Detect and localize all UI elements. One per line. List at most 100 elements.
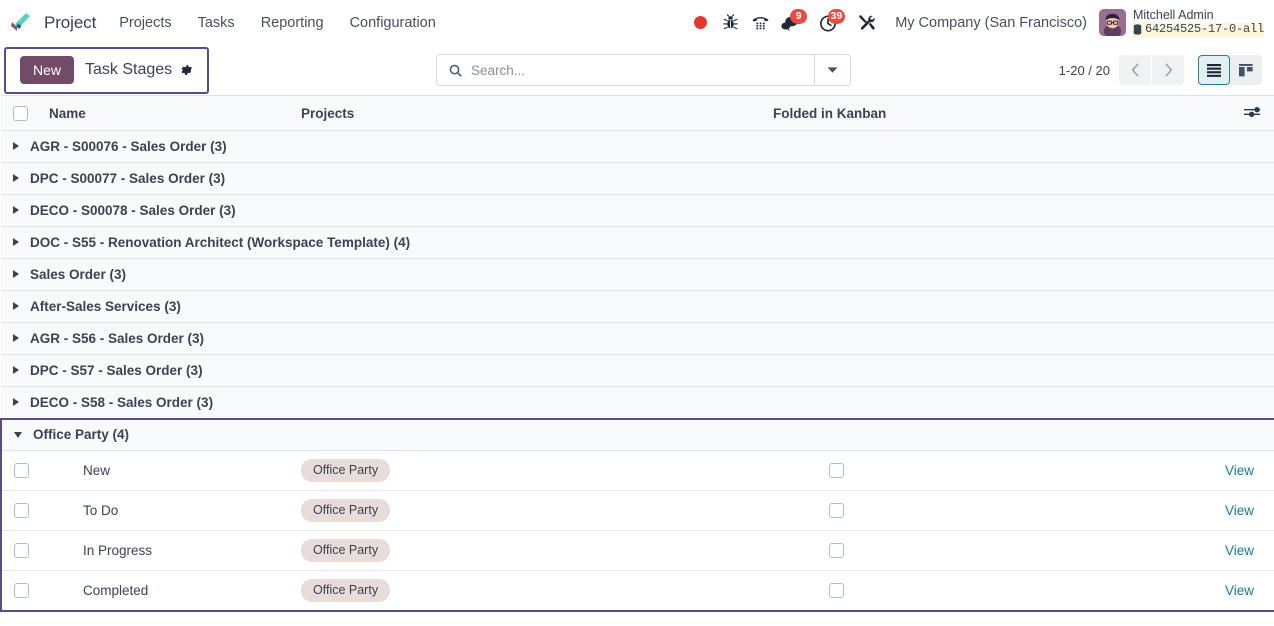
user-name: Mitchell Admin [1132,8,1214,23]
task-stages-list: Name Projects Folded in Kanban AGR - S00… [0,95,1274,612]
row-checkbox[interactable] [14,503,29,519]
company-selector[interactable]: My Company (San Francisco) [881,15,1095,31]
menu-item-reporting[interactable]: Reporting [248,9,337,37]
group-caret-collapsed-icon[interactable] [13,398,19,407]
control-panel-left-highlighted: New Task Stages [4,46,210,94]
new-button[interactable]: New [20,55,75,85]
group-caret-collapsed-icon[interactable] [13,174,19,183]
row-name: To Do [41,490,293,531]
search-input[interactable] [471,62,814,78]
activities-badge: 39 [827,8,846,24]
group-row[interactable]: DPC - S57 - Sales Order (3) [1,354,1274,387]
row-select-cell [0,490,41,531]
row-action-cell: View [1197,450,1274,491]
table-row[interactable]: Completed Office Party View [0,570,1274,612]
column-header-projects[interactable]: Projects [293,95,765,131]
folded-in-kanban-checkbox[interactable] [829,543,844,559]
project-checkmark-logo[interactable] [6,8,36,38]
folded-in-kanban-checkbox[interactable] [829,583,844,599]
view-link[interactable]: View [1205,463,1260,478]
group-caret-expanded-icon[interactable] [14,431,22,438]
row-projects-cell: Office Party [293,450,765,491]
list-view-icon[interactable] [1198,55,1230,85]
group-row[interactable]: AGR - S00076 - Sales Order (3) [1,130,1274,163]
group-caret-collapsed-icon[interactable] [13,334,19,343]
table-row[interactable]: New Office Party View [0,450,1274,491]
avatar [1098,8,1126,36]
pager-next-button[interactable] [1152,55,1184,85]
group-label: AGR - S56 - Sales Order (3) [30,331,205,346]
view-link[interactable]: View [1205,503,1260,518]
row-action-cell: View [1197,570,1274,612]
folded-in-kanban-checkbox[interactable] [829,503,844,519]
main-menu: Projects Tasks Reporting Configuration [106,9,449,37]
group-label: DECO - S58 - Sales Order (3) [30,394,214,410]
group-caret-collapsed-icon[interactable] [13,366,19,375]
group-label: DOC - S55 - Renovation Architect (Worksp… [30,235,411,250]
group-row-office-party[interactable]: Office Party (4) [0,417,1274,451]
column-header-folded-in-kanban[interactable]: Folded in Kanban [765,95,1197,131]
table-body: AGR - S00076 - Sales Order (3) DPC - S00… [0,130,1274,612]
group-label: Office Party (4) [33,427,130,443]
group-caret-collapsed-icon[interactable] [13,270,19,279]
group-caret-collapsed-icon[interactable] [13,206,19,215]
row-name: New [41,450,293,491]
app-brand-name[interactable]: Project [40,13,106,33]
row-folded-cell [765,570,1197,612]
pager-previous-button[interactable] [1119,55,1151,85]
recording-dot-icon[interactable] [685,8,715,38]
row-name: Completed [41,570,293,612]
kanban-view-icon[interactable] [1230,55,1262,85]
column-options-icon[interactable] [1243,105,1261,122]
bug-icon[interactable] [715,8,745,38]
group-row[interactable]: DECO - S58 - Sales Order (3) [1,386,1274,419]
select-all-checkbox[interactable] [13,105,28,121]
row-select-cell [0,530,41,571]
row-folded-cell [765,530,1197,571]
search-dropdown-toggle[interactable] [814,55,850,85]
search-view [436,54,851,86]
database-id: 64254525-17-0-all [1144,21,1264,36]
group-label: DPC - S00077 - Sales Order (3) [30,171,226,186]
group-row[interactable]: Sales Order (3) [1,258,1274,291]
view-link[interactable]: View [1205,543,1260,558]
group-caret-collapsed-icon[interactable] [13,302,19,311]
pager-count: 1-20 / 20 [1058,62,1110,78]
group-row[interactable]: AGR - S56 - Sales Order (3) [1,322,1274,355]
group-row[interactable]: DPC - S00077 - Sales Order (3) [1,162,1274,195]
user-menu[interactable]: Mitchell Admin 64254525-17-0-all [1095,8,1264,37]
view-link[interactable]: View [1205,583,1260,598]
folded-in-kanban-checkbox[interactable] [829,463,844,479]
group-label: DECO - S00078 - Sales Order (3) [30,203,236,218]
group-caret-collapsed-icon[interactable] [13,142,19,151]
table-row[interactable]: To Do Office Party View [0,490,1274,531]
pager-buttons [1119,55,1184,85]
group-row[interactable]: DOC - S55 - Renovation Architect (Worksp… [1,226,1274,259]
group-row[interactable]: DECO - S00078 - Sales Order (3) [1,194,1274,227]
project-tag: Office Party [301,539,391,562]
row-projects-cell: Office Party [293,530,765,571]
row-checkbox[interactable] [14,463,29,479]
control-panel-right: 1-20 / 20 [1059,55,1262,85]
row-checkbox[interactable] [14,583,29,599]
gear-icon[interactable] [179,63,193,77]
navbar-systray: 9 39 My Company (San Francisco) Mitchell… [685,8,1264,38]
tools-icon[interactable] [851,8,881,38]
row-action-cell: View [1197,490,1274,531]
search-icon [437,63,471,78]
row-select-cell [0,570,41,612]
group-row[interactable]: After-Sales Services (3) [1,290,1274,323]
messages-icon[interactable]: 9 [775,8,808,38]
row-checkbox[interactable] [14,543,29,559]
menu-item-projects[interactable]: Projects [106,9,184,37]
column-header-name[interactable]: Name [41,95,293,131]
activities-clock-icon[interactable]: 39 [813,8,846,38]
phone-dialpad-icon[interactable] [745,8,775,38]
row-projects-cell: Office Party [293,570,765,612]
group-caret-collapsed-icon[interactable] [13,238,19,247]
menu-item-tasks[interactable]: Tasks [185,9,248,37]
table-row[interactable]: In Progress Office Party View [0,530,1274,571]
menu-item-configuration[interactable]: Configuration [337,9,449,37]
user-database: 64254525-17-0-all [1132,21,1264,37]
table-header-row: Name Projects Folded in Kanban [1,95,1274,131]
